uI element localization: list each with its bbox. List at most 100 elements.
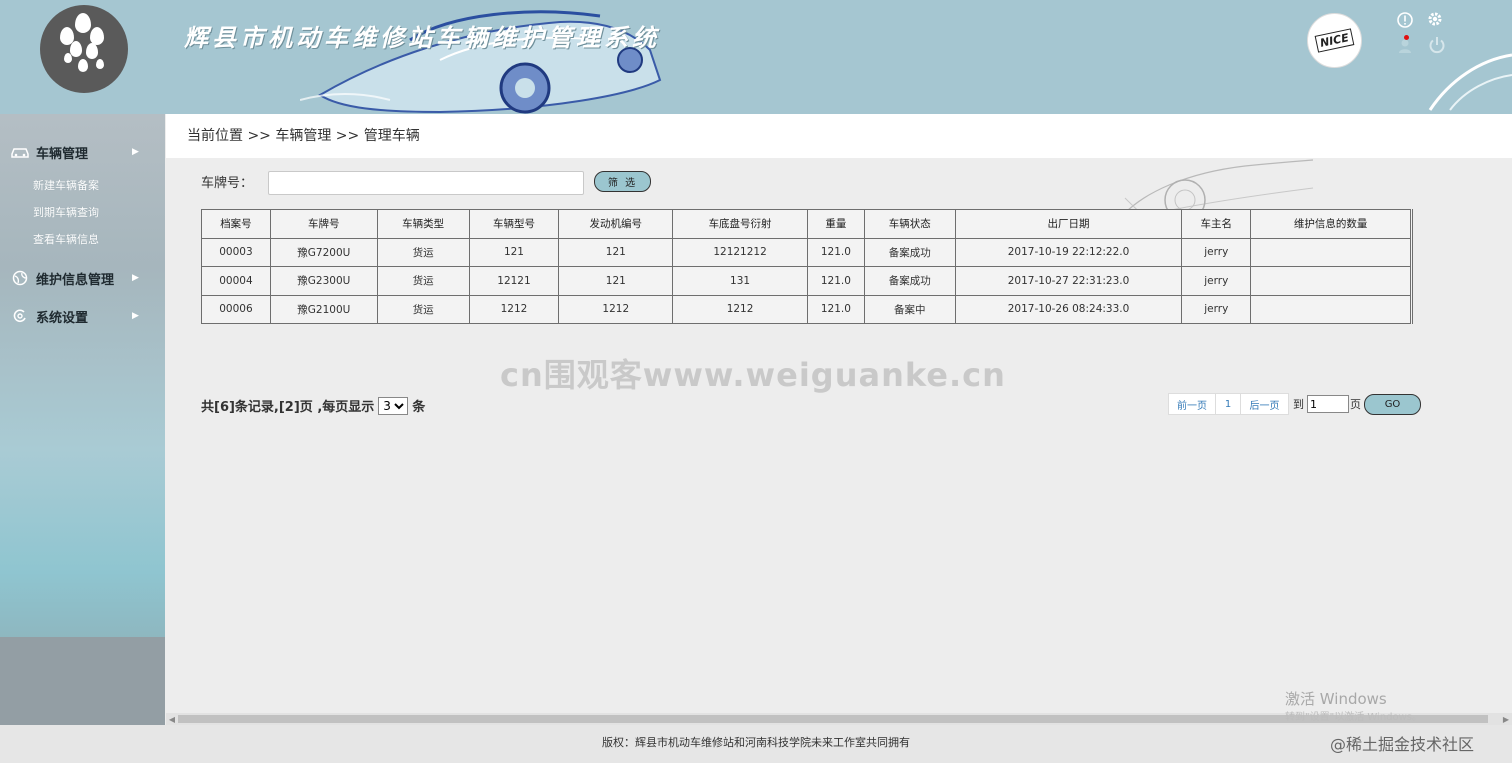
sidebar-group-label: 系统设置 <box>36 310 89 326</box>
scroll-right-icon[interactable]: ▶ <box>1500 713 1512 725</box>
caret-right-icon: ▶ <box>132 273 139 283</box>
gear-icon[interactable] <box>1426 10 1444 28</box>
table-cell: 12121212 <box>672 237 808 267</box>
column-header: 车辆类型 <box>376 209 470 239</box>
page-size-select[interactable]: 3 <box>378 396 409 415</box>
table-cell: 1212 <box>558 294 674 324</box>
plate-number-label: 车牌号： <box>201 176 254 191</box>
table-cell <box>1250 237 1412 267</box>
column-header: 车辆状态 <box>863 209 956 239</box>
settings-icon <box>10 308 30 324</box>
footer: 版权：辉县市机动车维修站和河南科技学院未来工作室共同拥有 @稀土掘金技术社区 <box>0 725 1512 763</box>
table-row[interactable]: 00006 豫G2100U 货运 1212 1212 1212 121.0 备案… <box>201 294 1412 324</box>
community-watermark: @稀土掘金技术社区 <box>1330 735 1475 754</box>
scroll-left-icon[interactable]: ◀ <box>166 713 178 725</box>
table-cell: 备案成功 <box>863 266 956 296</box>
column-header: 车牌号 <box>269 209 378 239</box>
table-cell <box>1250 266 1412 296</box>
watermark-text: cn围观客www.weiguanke.cn <box>500 356 1006 394</box>
table-cell: 货运 <box>376 266 470 296</box>
table-header-row: 档案号 车牌号 车辆类型 车辆型号 发动机编号 车底盘号衍射 重量 车辆状态 出… <box>201 209 1412 239</box>
table-cell: 121 <box>558 237 674 267</box>
system-title: 辉县市机动车维修站车辆维护管理系统 <box>184 23 660 52</box>
pagination-summary: 共[6]条记录,[2]页 ,每页显示 3 条 <box>201 396 425 415</box>
breadcrumb-bar: 当前位置 >> 车辆管理 >> 管理车辆 <box>166 114 1512 158</box>
jump-page-input[interactable] <box>1307 395 1349 413</box>
user-avatar[interactable]: NICE <box>1307 13 1362 68</box>
table-cell: 00003 <box>201 237 271 267</box>
table-cell: 豫G7200U <box>269 237 378 267</box>
table-cell: 备案中 <box>863 294 956 324</box>
table-row[interactable]: 00003 豫G7200U 货运 121 121 12121212 121.0 … <box>201 237 1412 267</box>
sidebar-group-vehicle[interactable]: 车辆管理 ▶ <box>0 142 165 162</box>
jump-suffix: 页 <box>1350 398 1361 411</box>
column-header: 车主名 <box>1181 209 1252 239</box>
column-header: 发动机编号 <box>558 209 674 239</box>
table-cell: 121 <box>558 266 674 296</box>
table-cell: 2017-10-26 08:24:33.0 <box>954 294 1183 324</box>
sidebar-item-expired-vehicles[interactable]: 到期车辆查询 <box>33 204 99 220</box>
sidebar-group-label: 车辆管理 <box>36 146 89 162</box>
caret-right-icon: ▶ <box>132 311 139 321</box>
car-icon <box>10 146 30 158</box>
column-header: 档案号 <box>201 209 271 239</box>
go-button[interactable]: GO <box>1364 393 1421 415</box>
sidebar-item-view-vehicles[interactable]: 查看车辆信息 <box>33 231 99 247</box>
table-cell: 备案成功 <box>863 237 956 267</box>
sidebar-bottom <box>0 637 165 725</box>
notification-dot <box>1404 35 1409 40</box>
caret-right-icon: ▶ <box>132 147 139 157</box>
table-cell: 1212 <box>672 294 808 324</box>
table-cell: 1212 <box>468 294 560 324</box>
plate-number-input[interactable] <box>268 171 584 195</box>
table-cell: jerry <box>1181 266 1252 296</box>
table-row[interactable]: 00004 豫G2300U 货运 12121 121 131 121.0 备案成… <box>201 266 1412 296</box>
table-cell: 2017-10-19 22:12:22.0 <box>954 237 1183 267</box>
table-cell: 00004 <box>201 266 271 296</box>
column-header: 重量 <box>806 209 865 239</box>
record-summary-suffix: 条 <box>412 400 426 415</box>
table-cell: 121 <box>468 237 560 267</box>
sidebar: 车辆管理 ▶ 新建车辆备案 到期车辆查询 查看车辆信息 维护信息管理 ▶ 系统设… <box>0 114 165 725</box>
column-header: 车辆型号 <box>468 209 560 239</box>
table-cell: 121.0 <box>806 237 865 267</box>
table-cell: jerry <box>1181 294 1252 324</box>
next-page-button[interactable]: 后一页 <box>1241 393 1289 415</box>
column-header: 出厂日期 <box>954 209 1183 239</box>
breadcrumb: 当前位置 >> 车辆管理 >> 管理车辆 <box>187 128 420 144</box>
sidebar-group-settings[interactable]: 系统设置 ▶ <box>0 306 165 326</box>
filter-button[interactable]: 筛 选 <box>594 171 651 192</box>
windows-activation-title: 激活 Windows <box>1285 690 1387 708</box>
table-cell: jerry <box>1181 237 1252 267</box>
copyright-text: 版权：辉县市机动车维修站和河南科技学院未来工作室共同拥有 <box>602 736 910 749</box>
sidebar-group-label: 维护信息管理 <box>36 272 115 288</box>
avatar-text: NICE <box>1314 28 1355 53</box>
table-cell: 豫G2100U <box>269 294 378 324</box>
table-cell: 121.0 <box>806 294 865 324</box>
record-summary: 共[6]条记录,[2]页 ,每页显示 <box>201 400 375 415</box>
sidebar-group-maintenance[interactable]: 维护信息管理 ▶ <box>0 268 165 288</box>
windows-activation-subtitle: 转到"设置"以激活 Windows。 <box>1285 712 1423 723</box>
table-cell: 131 <box>672 266 808 296</box>
page-number-1[interactable]: 1 <box>1216 393 1241 415</box>
table-cell: 货运 <box>376 237 470 267</box>
table-cell: 12121 <box>468 266 560 296</box>
vehicle-table: 档案号 车牌号 车辆类型 车辆型号 发动机编号 车底盘号衍射 重量 车辆状态 出… <box>201 209 1413 324</box>
pagination: 前一页 1 后一页 到 页 GO <box>1168 393 1421 415</box>
column-header: 维护信息的数量 <box>1250 209 1412 239</box>
column-header: 车底盘号衍射 <box>672 209 808 239</box>
table-cell: 货运 <box>376 294 470 324</box>
sidebar-item-new-vehicle[interactable]: 新建车辆备案 <box>33 177 99 193</box>
power-icon[interactable] <box>1428 36 1446 54</box>
globe-icon <box>10 270 30 286</box>
table-cell <box>1250 294 1412 324</box>
table-cell: 121.0 <box>806 266 865 296</box>
header: 辉县市机动车维修站车辆维护管理系统 NICE <box>0 0 1512 114</box>
logo <box>40 5 128 93</box>
prev-page-button[interactable]: 前一页 <box>1168 393 1216 415</box>
table-cell: 00006 <box>201 294 271 324</box>
jump-label: 到 <box>1293 398 1304 411</box>
table-cell: 2017-10-27 22:31:23.0 <box>954 266 1183 296</box>
info-icon[interactable] <box>1396 11 1414 29</box>
table-cell: 豫G2300U <box>269 266 378 296</box>
